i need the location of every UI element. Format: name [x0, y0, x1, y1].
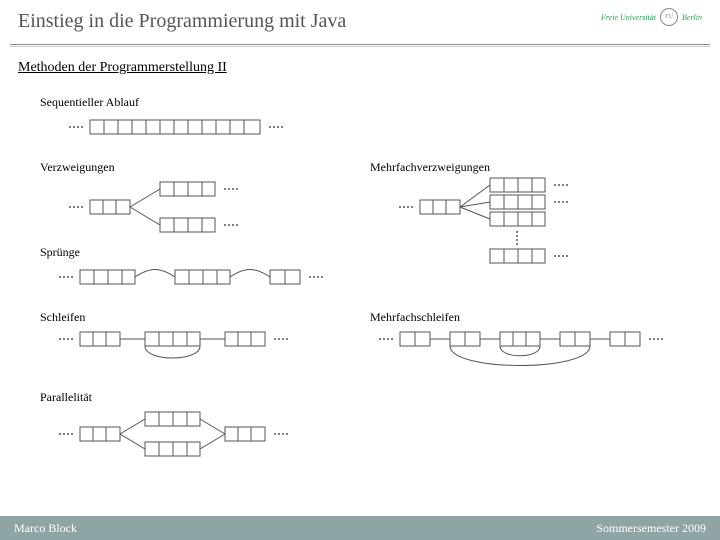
section-parallel: Parallelität	[40, 390, 360, 462]
subtitle: Methoden der Programmerstellung II	[18, 60, 227, 76]
label: Verzweigungen	[40, 160, 340, 175]
seal-icon: FU	[660, 8, 678, 26]
section-multiloops: Mehrfachschleifen	[370, 310, 700, 382]
header: Einstieg in die Programmierung mit Java	[18, 10, 702, 33]
diagram-multibranch	[370, 177, 670, 277]
section-loops: Schleifen	[40, 310, 340, 372]
page-title: Einstieg in die Programmierung mit Java	[18, 10, 346, 32]
section-multibranch: Mehrfachverzweigungen	[370, 160, 670, 277]
section-sequential: Sequentieller Ablauf	[40, 95, 360, 142]
label: Sequentieller Ablauf	[40, 95, 360, 110]
content-area: Sequentieller Ablauf Verzweigungen	[40, 95, 700, 500]
divider	[10, 44, 710, 45]
footer-term: Sommersemester 2009	[596, 521, 706, 536]
slide: Einstieg in die Programmierung mit Java …	[0, 0, 720, 540]
label: Parallelität	[40, 390, 360, 405]
diagram-parallel	[40, 407, 360, 462]
diagram-branch	[40, 177, 340, 237]
section-jumps: Sprünge	[40, 245, 360, 292]
diagram-sequential	[40, 112, 360, 142]
diagram-loops	[40, 327, 340, 372]
university-logo: Freie Universität FU Berlin	[601, 8, 702, 26]
logo-text: Freie Universität	[601, 13, 656, 22]
logo-city: Berlin	[682, 13, 702, 22]
footer-author: Marco Block	[14, 521, 77, 536]
diagram-multiloops	[370, 327, 700, 382]
label: Mehrfachverzweigungen	[370, 160, 670, 175]
label: Sprünge	[40, 245, 360, 260]
section-branch: Verzweigungen	[40, 160, 340, 237]
footer: Marco Block Sommersemester 2009	[0, 516, 720, 540]
diagram-jumps	[40, 262, 360, 292]
divider	[10, 46, 710, 47]
label: Schleifen	[40, 310, 340, 325]
label: Mehrfachschleifen	[370, 310, 700, 325]
